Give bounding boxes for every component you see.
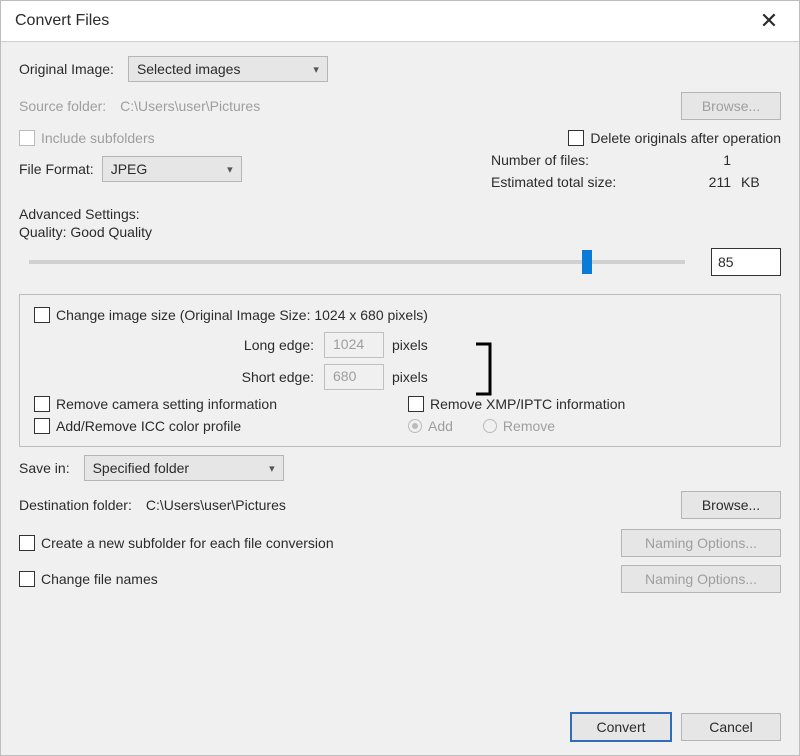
dialog-title: Convert Files: [15, 12, 109, 30]
delete-originals-label: Delete originals after operation: [590, 130, 781, 146]
change-file-names-checkbox[interactable]: Change file names: [19, 571, 158, 587]
long-edge-unit: pixels: [392, 337, 428, 353]
remove-xmp-checkbox[interactable]: Remove XMP/IPTC information: [408, 396, 625, 412]
change-image-size-label: Change image size (Original Image Size: …: [56, 307, 428, 323]
quality-label: Quality: Good Quality: [19, 224, 152, 240]
save-in-label: Save in:: [19, 460, 70, 476]
cancel-button[interactable]: Cancel: [681, 713, 781, 741]
change-file-names-label: Change file names: [41, 571, 158, 587]
slider-thumb[interactable]: [582, 250, 592, 274]
num-files-label: Number of files:: [491, 152, 671, 168]
quality-value-input[interactable]: 85: [711, 248, 781, 276]
est-size-value: 211: [671, 174, 731, 190]
num-files-value: 1: [671, 152, 731, 168]
file-format-dropdown[interactable]: JPEG ▾: [102, 156, 242, 182]
checkbox-box: [34, 396, 50, 412]
dest-folder-label: Destination folder:: [19, 497, 132, 513]
original-image-value: Selected images: [137, 61, 241, 77]
icc-profile-label: Add/Remove ICC color profile: [56, 418, 241, 434]
remove-camera-checkbox[interactable]: Remove camera setting information: [34, 396, 277, 412]
naming-options-filenames-button: Naming Options...: [621, 565, 781, 593]
short-edge-label: Short edge:: [214, 369, 314, 385]
icc-remove-radio: Remove: [483, 418, 555, 434]
checkbox-box: [34, 418, 50, 434]
checkbox-box: [19, 571, 35, 587]
create-subfolder-label: Create a new subfolder for each file con…: [41, 535, 334, 551]
file-format-value: JPEG: [111, 161, 148, 177]
checkbox-box: [19, 130, 35, 146]
naming-options-subfolder-button: Naming Options...: [621, 529, 781, 557]
quality-slider[interactable]: [29, 260, 685, 264]
titlebar: Convert Files ✕: [1, 1, 799, 42]
long-edge-label: Long edge:: [214, 337, 314, 353]
checkbox-box: [34, 307, 50, 323]
source-folder-path: C:\Users\user\Pictures: [120, 98, 260, 114]
est-size-unit: KB: [741, 174, 781, 190]
browse-dest-button[interactable]: Browse...: [681, 491, 781, 519]
resize-panel: Change image size (Original Image Size: …: [19, 294, 781, 447]
short-edge-input: 680: [324, 364, 384, 390]
remove-camera-label: Remove camera setting information: [56, 396, 277, 412]
source-folder-label: Source folder:: [19, 98, 106, 114]
dest-folder-path: C:\Users\user\Pictures: [146, 497, 286, 513]
chevron-down-icon: ▾: [227, 163, 233, 176]
checkbox-box: [19, 535, 35, 551]
save-in-dropdown[interactable]: Specified folder ▾: [84, 455, 284, 481]
icc-profile-checkbox[interactable]: Add/Remove ICC color profile: [34, 418, 241, 434]
bracket-icon: [474, 342, 498, 396]
change-image-size-checkbox[interactable]: Change image size (Original Image Size: …: [34, 307, 428, 323]
chevron-down-icon: ▾: [269, 462, 275, 475]
save-in-value: Specified folder: [93, 460, 190, 476]
original-image-dropdown[interactable]: Selected images ▾: [128, 56, 328, 82]
long-edge-input: 1024: [324, 332, 384, 358]
icc-add-radio: Add: [408, 418, 453, 434]
remove-xmp-label: Remove XMP/IPTC information: [430, 396, 625, 412]
checkbox-box: [568, 130, 584, 146]
file-format-label: File Format:: [19, 161, 94, 177]
radio-circle: [408, 419, 422, 433]
convert-files-dialog: Convert Files ✕ Original Image: Selected…: [0, 0, 800, 756]
icc-remove-label: Remove: [503, 418, 555, 434]
short-edge-unit: pixels: [392, 369, 428, 385]
est-size-label: Estimated total size:: [491, 174, 671, 190]
include-subfolders-checkbox[interactable]: Include subfolders: [19, 130, 155, 146]
icc-add-label: Add: [428, 418, 453, 434]
convert-button[interactable]: Convert: [571, 713, 671, 741]
chevron-down-icon: ▾: [313, 63, 319, 76]
close-icon[interactable]: ✕: [753, 8, 785, 34]
original-image-label: Original Image:: [19, 61, 114, 77]
include-subfolders-label: Include subfolders: [41, 130, 155, 146]
create-subfolder-checkbox[interactable]: Create a new subfolder for each file con…: [19, 535, 334, 551]
file-stats: Number of files: Estimated total size: 1…: [491, 152, 781, 190]
browse-source-button: Browse...: [681, 92, 781, 120]
checkbox-box: [408, 396, 424, 412]
radio-circle: [483, 419, 497, 433]
advanced-settings-label: Advanced Settings:: [19, 206, 140, 222]
delete-originals-checkbox[interactable]: Delete originals after operation: [568, 130, 781, 146]
